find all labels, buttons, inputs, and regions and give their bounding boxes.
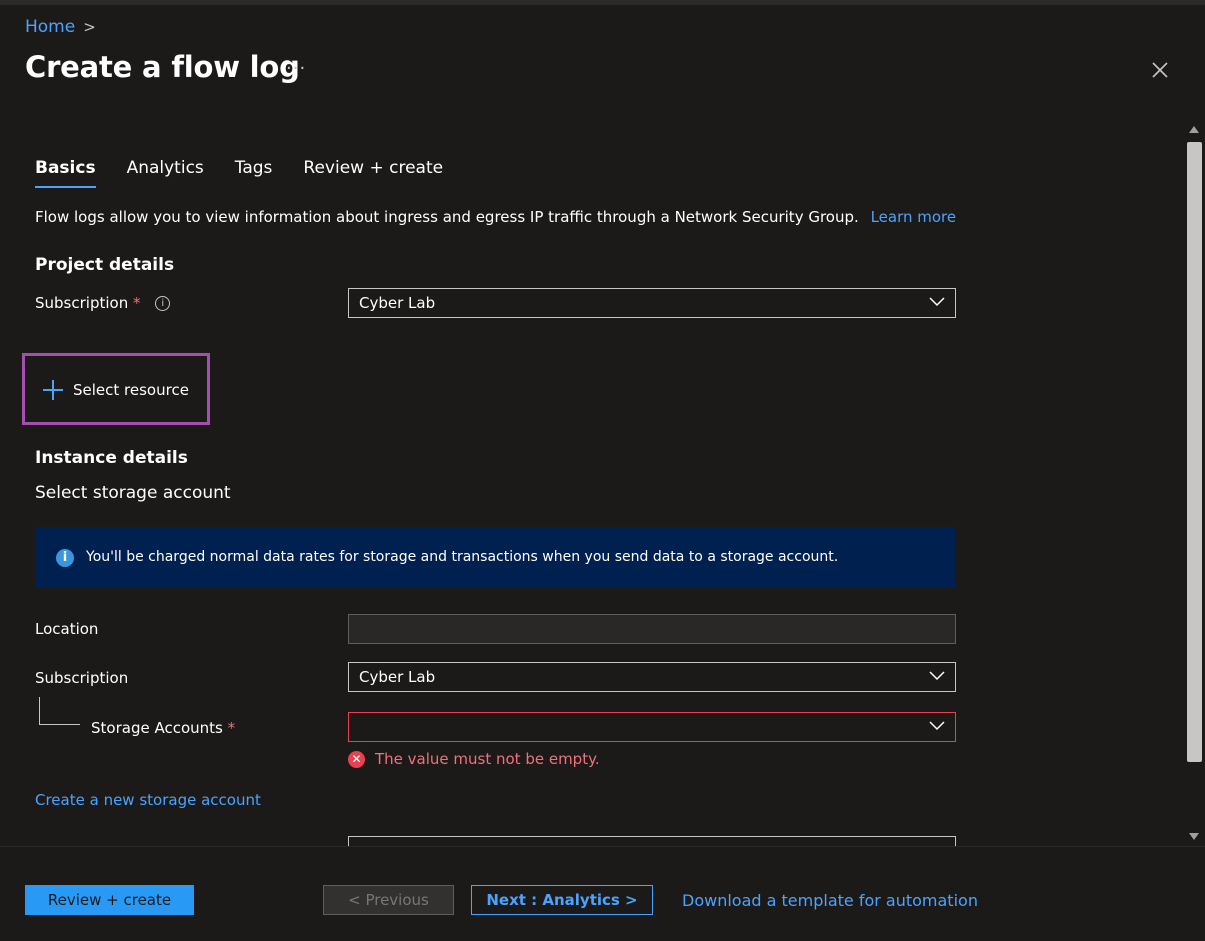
close-icon[interactable]	[1148, 58, 1172, 82]
storage-subscription-value: Cyber Lab	[359, 668, 436, 686]
subscription-label-text: Subscription	[35, 294, 129, 312]
plus-icon	[43, 380, 63, 400]
intro-description: Flow logs allow you to view information …	[35, 208, 956, 226]
next-analytics-button[interactable]: Next : Analytics >	[471, 885, 653, 915]
top-bar	[0, 0, 1205, 5]
create-storage-account-link[interactable]: Create a new storage account	[35, 791, 261, 809]
page-title: Create a flow log	[25, 50, 300, 84]
select-resource-highlight: Select resource	[22, 353, 210, 425]
chevron-down-icon	[929, 721, 945, 731]
required-marker: *	[227, 719, 236, 737]
validation-error-text: The value must not be empty.	[375, 750, 600, 768]
scroll-down-icon[interactable]	[1189, 833, 1199, 840]
storage-accounts-dropdown[interactable]	[348, 712, 956, 742]
subscription-dropdown[interactable]: Cyber Lab	[348, 288, 956, 318]
tab-bar: Basics Analytics Tags Review + create	[35, 158, 474, 188]
tab-review-create[interactable]: Review + create	[303, 158, 443, 188]
learn-more-link[interactable]: Learn more	[871, 208, 957, 226]
select-resource-button[interactable]: Select resource	[43, 380, 189, 400]
storage-accounts-label: Storage Accounts *	[91, 719, 235, 737]
more-options-icon[interactable]: ···	[286, 58, 306, 79]
breadcrumb: Home >	[25, 17, 96, 37]
subscription-label: Subscription * i	[35, 294, 171, 312]
location-label: Location	[35, 620, 99, 638]
review-create-button[interactable]: Review + create	[25, 885, 194, 915]
storage-accounts-label-text: Storage Accounts	[91, 719, 223, 737]
info-banner-text: You'll be charged normal data rates for …	[86, 549, 839, 565]
storage-subscription-label: Subscription	[35, 669, 129, 687]
info-circle-icon: i	[56, 549, 74, 567]
instance-details-heading: Instance details	[35, 448, 188, 468]
project-details-heading: Project details	[35, 255, 175, 275]
subscription-value: Cyber Lab	[359, 294, 436, 312]
intro-text: Flow logs allow you to view information …	[35, 208, 859, 226]
scroll-up-icon[interactable]	[1189, 126, 1199, 133]
error-icon: ✕	[348, 750, 365, 768]
select-storage-account-heading: Select storage account	[35, 483, 231, 503]
download-template-link[interactable]: Download a template for automation	[682, 891, 978, 910]
breadcrumb-chevron-icon: >	[83, 18, 96, 36]
storage-subscription-dropdown[interactable]: Cyber Lab	[348, 662, 956, 692]
tab-analytics[interactable]: Analytics	[127, 158, 204, 188]
location-field	[348, 614, 956, 644]
scrollbar[interactable]	[1184, 120, 1205, 846]
select-resource-label: Select resource	[73, 381, 189, 399]
tab-basics[interactable]: Basics	[35, 158, 96, 188]
previous-button: < Previous	[323, 885, 454, 915]
info-icon[interactable]: i	[155, 296, 171, 311]
info-banner: i You'll be charged normal data rates fo…	[35, 527, 955, 588]
scrollbar-thumb[interactable]	[1187, 142, 1202, 762]
validation-error: ✕ The value must not be empty.	[348, 750, 600, 768]
partially-visible-input[interactable]	[348, 836, 956, 846]
partially-visible-field	[0, 836, 1184, 846]
chevron-down-icon	[929, 297, 945, 307]
breadcrumb-home-link[interactable]: Home	[25, 17, 75, 37]
required-marker: *	[132, 294, 141, 312]
footer-bar: Review + create < Previous Next : Analyt…	[0, 846, 1205, 941]
tab-tags[interactable]: Tags	[235, 158, 273, 188]
chevron-down-icon	[929, 671, 945, 681]
tree-connector	[39, 697, 80, 725]
